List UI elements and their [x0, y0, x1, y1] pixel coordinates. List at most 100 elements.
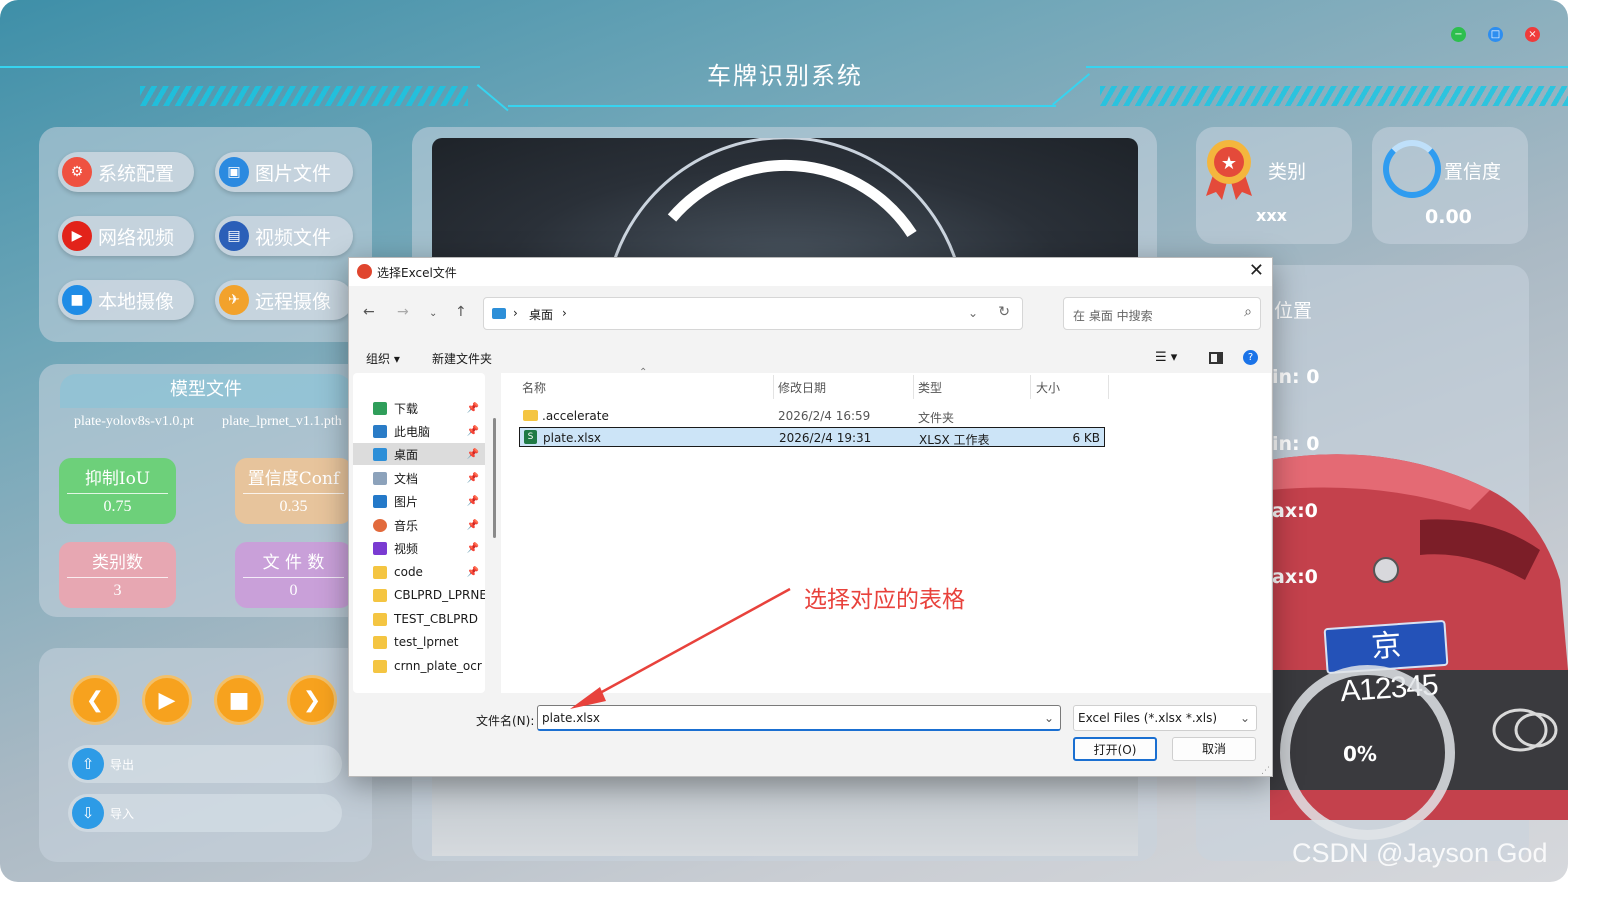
remote-icon: ✈ — [219, 285, 249, 315]
filetype-select[interactable]: Excel Files (*.xlsx *.xls) ⌄ — [1073, 705, 1257, 731]
export-label: 导出 — [110, 757, 135, 772]
export-button[interactable]: ⇧ 导出 — [68, 745, 342, 783]
import-button[interactable]: ⇩ 导入 — [68, 794, 342, 832]
remote-camera-button[interactable]: ✈ 远程摄像 — [215, 280, 353, 320]
up-arrow-icon[interactable]: ↑ — [455, 304, 467, 320]
network-video-button[interactable]: ▶ 网络视频 — [58, 216, 194, 256]
chevron-left-icon: ❮ — [85, 687, 105, 713]
nav-documents-label: 文档 — [394, 471, 419, 486]
search-icon: ⌕ — [1244, 304, 1252, 320]
detect-model-name: plate-yolov8s-v1.0.pt — [74, 414, 194, 429]
nav-music[interactable]: 音乐 📌 — [353, 514, 485, 536]
view-menu-icon[interactable]: ☰ ▾ — [1155, 350, 1177, 365]
pin-icon: 📌 — [466, 448, 479, 460]
progress-label: 0% — [1343, 742, 1377, 766]
desktop-icon — [492, 308, 506, 319]
column-date[interactable]: 修改日期 — [778, 379, 826, 396]
refresh-icon[interactable]: ↻ — [998, 304, 1010, 320]
column-separator — [773, 375, 774, 399]
next-button[interactable]: ❯ — [287, 675, 337, 725]
file-date: 2026/2/4 19:31 — [779, 431, 872, 445]
stop-button[interactable]: ■ — [214, 675, 264, 725]
recent-chevron-icon[interactable]: ⌄ — [429, 308, 437, 319]
address-dropdown-icon[interactable]: ⌄ — [968, 306, 978, 320]
back-arrow-icon[interactable]: ← — [363, 304, 375, 320]
breadcrumb-separator-icon: › — [513, 306, 518, 320]
address-bar[interactable]: › 桌面 › ⌄ ↻ — [483, 297, 1023, 330]
files-value: 0 — [289, 582, 298, 599]
column-name[interactable]: 名称 — [522, 379, 546, 396]
nav-folder-crnn-plate-ocr[interactable]: crnn_plate_ocr — [353, 655, 485, 677]
cancel-button[interactable]: 取消 — [1172, 737, 1256, 761]
filetype-dropdown-icon[interactable]: ⌄ — [1240, 706, 1250, 730]
column-separator — [1108, 375, 1109, 399]
film-icon: ▤ — [219, 221, 249, 251]
breadcrumb-desktop[interactable]: 桌面 — [529, 306, 553, 323]
nav-pictures-label: 图片 — [394, 494, 419, 509]
download-icon — [373, 401, 387, 415]
computer-icon — [373, 424, 387, 438]
nav-pictures[interactable]: 图片 📌 — [353, 490, 485, 512]
nav-videos[interactable]: 视频 📌 — [353, 537, 485, 559]
play-button[interactable]: ▶ — [142, 675, 192, 725]
file-date: 2026/2/4 16:59 — [778, 409, 871, 423]
nav-videos-label: 视频 — [394, 541, 419, 556]
resize-grip-icon[interactable]: ⋰ — [1261, 766, 1270, 776]
column-size[interactable]: 大小 — [1036, 379, 1060, 396]
previous-button[interactable]: ❮ — [70, 675, 120, 725]
help-icon[interactable]: ? — [1243, 350, 1258, 365]
nav-documents[interactable]: 文档 📌 — [353, 467, 485, 489]
nav-downloads-label: 下载 — [394, 401, 419, 416]
nav-folder-test-lprnet[interactable]: test_lprnet — [353, 631, 485, 653]
picture-icon — [373, 494, 387, 508]
image-file-button[interactable]: ▣ 图片文件 — [215, 152, 353, 192]
search-input[interactable]: 在 桌面 中搜索 — [1073, 307, 1153, 324]
search-box[interactable]: 在 桌面 中搜索 ⌕ — [1063, 297, 1261, 330]
nav-desktop[interactable]: 桌面 📌 — [353, 443, 485, 465]
forward-arrow-icon[interactable]: → — [397, 304, 409, 320]
file-row[interactable]: .accelerate 2026/2/4 16:59 文件夹 — [519, 406, 1105, 426]
system-config-label: 系统配置 — [98, 162, 175, 185]
app-window: 车牌识别系统 − □ × ⚙ 系统配置 ▣ 图片文件 ▶ 网络视频 ▤ 视频文件… — [0, 0, 1568, 882]
nav-folder-code[interactable]: code 📌 — [353, 561, 485, 583]
confidence-value: 0.00 — [1425, 206, 1472, 228]
sidebar-scrollbar[interactable] — [493, 418, 496, 538]
maximize-button[interactable]: □ — [1488, 27, 1503, 42]
file-name: .accelerate — [542, 409, 609, 423]
file-row-selected[interactable]: S plate.xlsx 2026/2/4 19:31 XLSX 工作表 6 K… — [519, 427, 1105, 447]
preview-pane-icon[interactable] — [1209, 352, 1223, 364]
column-type[interactable]: 类型 — [918, 379, 942, 396]
dialog-close-icon[interactable]: ✕ — [1249, 260, 1264, 281]
nav-folder-cblprd-lprne[interactable]: CBLPRD_LPRNE — [353, 584, 485, 606]
navigation-pane: 下载 📌 此电脑 📌 桌面 📌 文档 📌 图片 📌 音乐 📌 视频 📌 code 📌 CBLPR… — [353, 373, 485, 693]
filetype-value: Excel Files (*.xlsx *.xls) — [1078, 711, 1218, 725]
conf-value: 0.35 — [279, 498, 308, 515]
breadcrumb-chevron-icon: › — [562, 306, 567, 320]
files-card: 文 件 数 0 — [235, 542, 352, 608]
close-button[interactable]: × — [1525, 27, 1540, 42]
desktop-folder-icon — [373, 447, 387, 461]
stop-icon: ■ — [228, 687, 250, 713]
class-value: xxx — [1256, 206, 1287, 225]
local-camera-button[interactable]: ■ 本地摄像 — [58, 280, 194, 320]
confidence-label: 置信度 — [1444, 161, 1502, 183]
open-button[interactable]: 打开(O) — [1073, 737, 1157, 761]
system-config-button[interactable]: ⚙ 系统配置 — [58, 152, 194, 192]
pin-icon: 📌 — [466, 425, 479, 437]
excel-icon: S — [524, 430, 537, 444]
folder-icon — [373, 635, 387, 649]
new-folder-button[interactable]: 新建文件夹 — [432, 350, 492, 367]
nav-folder-test-cblprd[interactable]: TEST_CBLPRD — [353, 608, 485, 630]
nav-downloads[interactable]: 下载 📌 — [353, 397, 485, 419]
video-file-label: 视频文件 — [255, 226, 332, 249]
organize-menu[interactable]: 组织 ▾ — [366, 350, 400, 367]
organize-label: 组织 — [366, 352, 391, 366]
minimize-button[interactable]: − — [1451, 27, 1466, 42]
confidence-ring-icon — [1383, 140, 1441, 198]
image-viewer — [432, 138, 1138, 268]
sort-indicator-icon: ⌃ — [639, 367, 648, 378]
video-file-button[interactable]: ▤ 视频文件 — [215, 216, 353, 256]
nav-this-pc[interactable]: 此电脑 📌 — [353, 420, 485, 442]
filename-dropdown-icon[interactable]: ⌄ — [1044, 706, 1054, 730]
image-icon: ▣ — [219, 157, 249, 187]
